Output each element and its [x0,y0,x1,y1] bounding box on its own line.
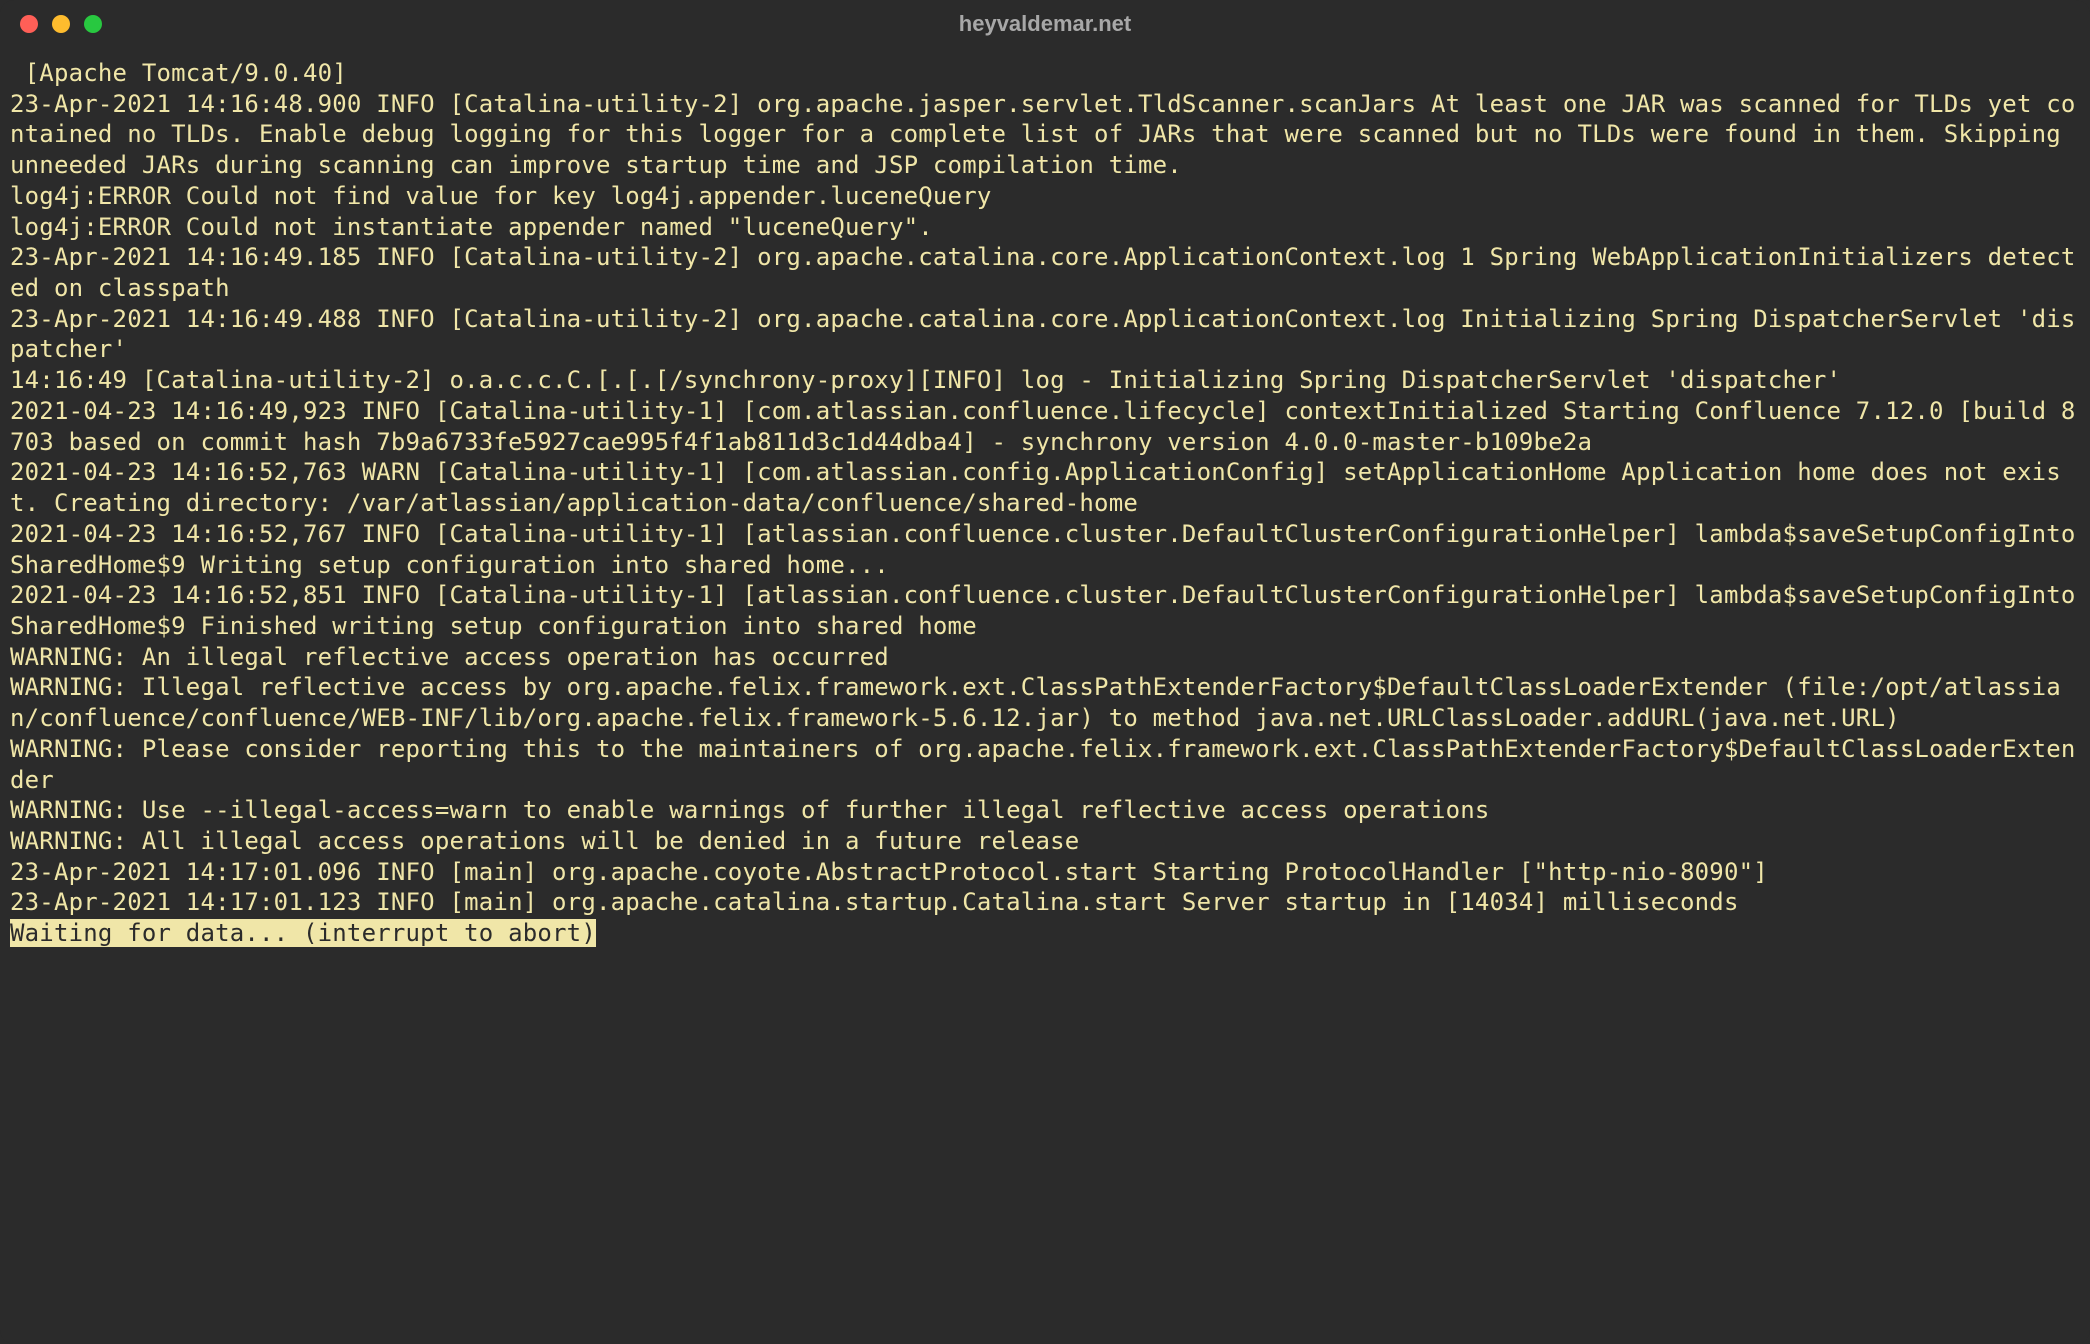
traffic-lights [20,15,102,33]
titlebar: heyvaldemar.net [0,0,2090,48]
terminal-output[interactable]: [Apache Tomcat/9.0.40] 23-Apr-2021 14:16… [0,48,2090,1344]
log-lines: [Apache Tomcat/9.0.40] 23-Apr-2021 14:16… [10,59,2076,916]
prompt-line: Waiting for data... (interrupt to abort) [10,919,596,947]
window-title: heyvaldemar.net [959,11,1131,37]
maximize-button[interactable] [84,15,102,33]
minimize-button[interactable] [52,15,70,33]
terminal-window: heyvaldemar.net [Apache Tomcat/9.0.40] 2… [0,0,2090,1344]
close-button[interactable] [20,15,38,33]
